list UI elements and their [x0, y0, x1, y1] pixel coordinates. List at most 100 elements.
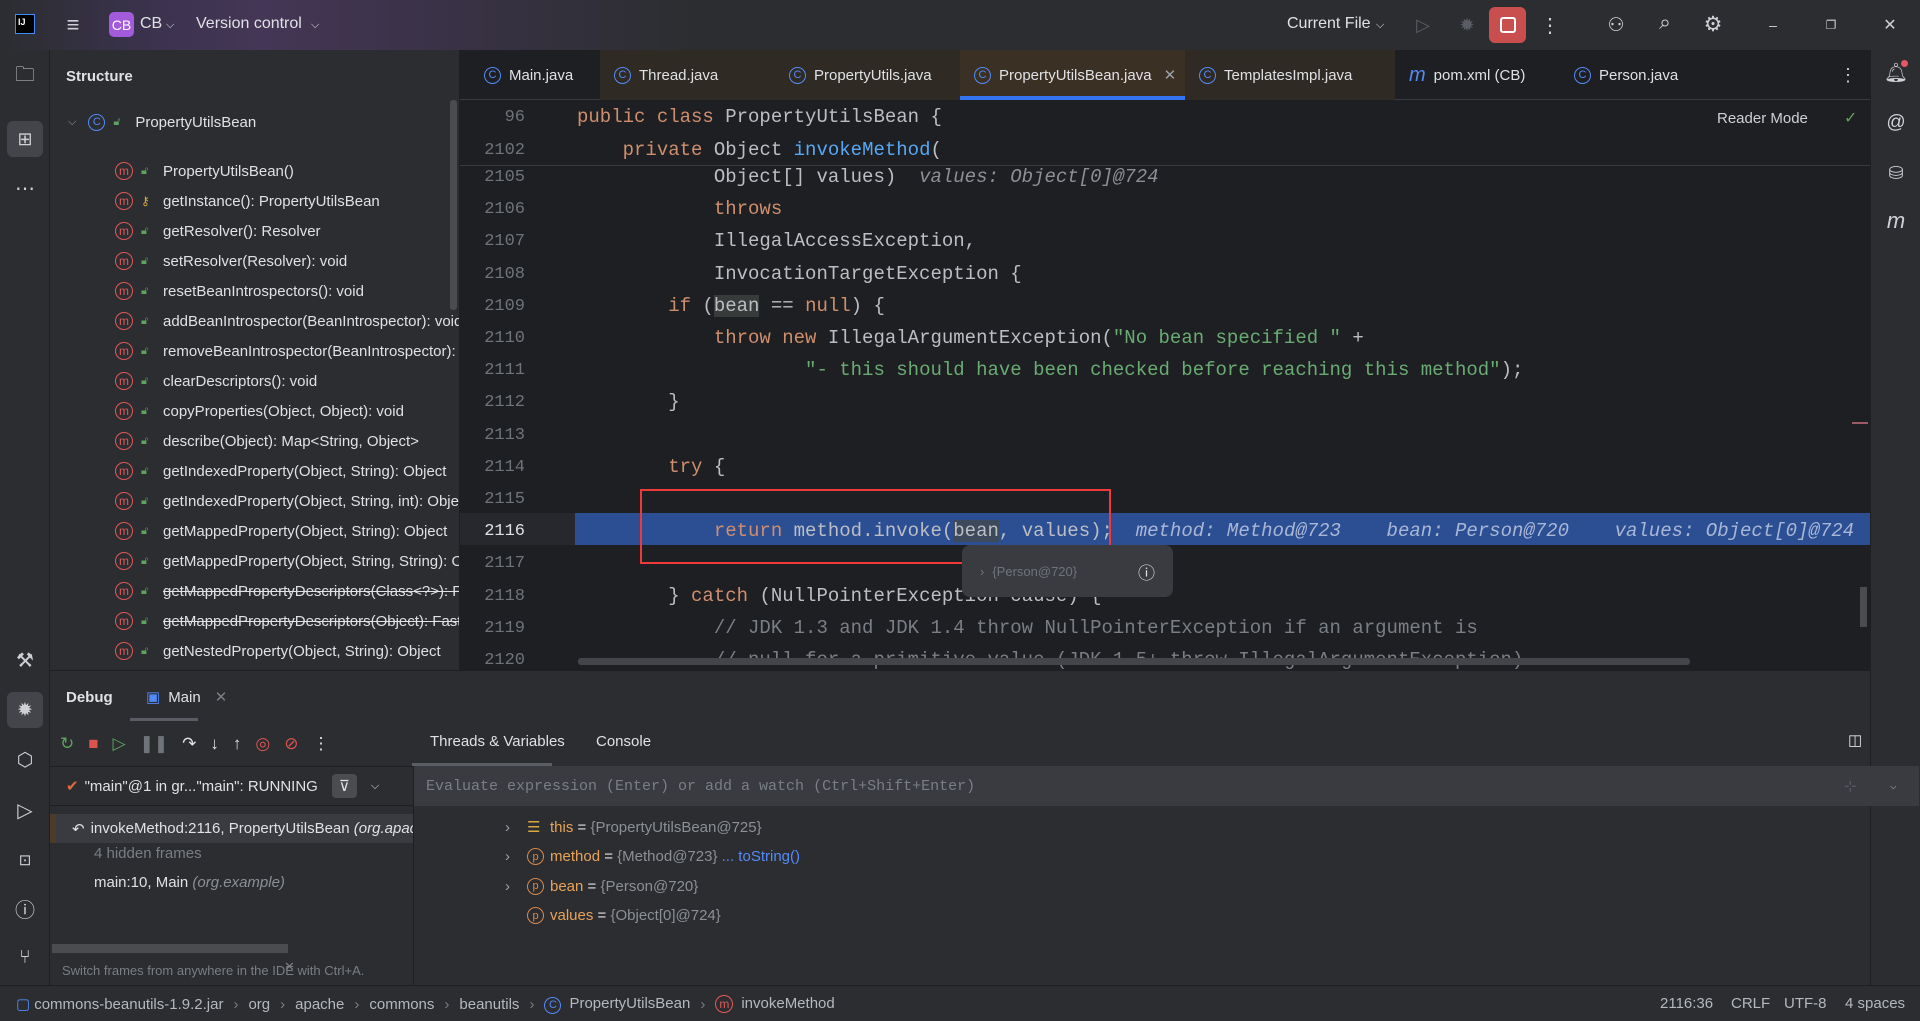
step-out-icon[interactable]: ↑	[233, 734, 242, 754]
step-into-icon[interactable]: ↓	[210, 734, 219, 754]
structure-item[interactable]: m 🔓︎ resetBeanIntrospectors(): void	[115, 277, 364, 305]
threads-variables-tab[interactable]: Threads & Variables	[430, 733, 565, 750]
info-icon[interactable]: ⓘ	[1138, 559, 1155, 584]
add-watch-icon[interactable]: ⊹	[1844, 777, 1857, 796]
database-icon[interactable]: ⛁	[1883, 160, 1909, 186]
vertical-scrollbar[interactable]	[1860, 587, 1867, 627]
console-tab[interactable]: Console	[596, 733, 651, 750]
reader-mode-button[interactable]: Reader Mode	[1717, 110, 1808, 127]
layout-icon[interactable]: ◫	[1848, 731, 1862, 749]
chevron-right-icon[interactable]: ›	[980, 564, 984, 579]
rerun-icon[interactable]: ↻	[60, 734, 74, 754]
tab-thread-java[interactable]: C Thread.java	[600, 50, 775, 100]
run-icon[interactable]: ▷	[1410, 12, 1436, 38]
breadcrumb-item[interactable]: beanutils	[459, 996, 519, 1013]
project-badge[interactable]: CB	[109, 12, 134, 37]
git-icon[interactable]: ⑂	[10, 943, 40, 973]
structure-item[interactable]: m 🔓︎ getIndexedProperty(Object, String): O…	[115, 457, 446, 485]
restore-icon[interactable]: ❐	[1818, 12, 1844, 38]
structure-scrollbar[interactable]	[450, 100, 457, 310]
ai-assistant-icon[interactable]: @	[1883, 110, 1909, 136]
view-breakpoints-icon[interactable]: ◎	[255, 734, 270, 754]
more-tools-icon[interactable]: ⋯	[10, 175, 40, 201]
breadcrumb-item[interactable]: ▢ commons-beanutils-1.9.2.jar	[16, 995, 223, 1013]
breadcrumb-item[interactable]: apache	[295, 996, 344, 1013]
structure-item[interactable]: m 🔓︎ getMappedProperty(Object, String): Ob…	[115, 517, 447, 545]
structure-icon[interactable]: ⊞	[7, 121, 43, 157]
debug-session-tab[interactable]: ▣ Main ✕	[146, 685, 227, 709]
structure-item[interactable]: m 🔓︎ getMappedProperty(Object, String, Str…	[115, 547, 459, 575]
breadcrumb-item[interactable]: commons	[369, 996, 434, 1013]
more-icon[interactable]: ⋮	[1540, 12, 1560, 38]
project-folder-icon[interactable]: 🗀	[10, 62, 40, 92]
caret-position[interactable]: 2116:36	[1660, 995, 1713, 1012]
frame-row[interactable]: main:10, Main (org.example)	[94, 874, 285, 891]
file-encoding[interactable]: UTF-8	[1784, 995, 1827, 1012]
main-menu-icon[interactable]: ≡	[60, 12, 86, 38]
chevron-down-icon[interactable]: ⌵	[68, 116, 76, 129]
stop-button[interactable]	[1489, 7, 1526, 43]
resume-icon[interactable]: ▷	[113, 734, 126, 754]
structure-item[interactable]: m 🔓︎ getMappedPropertyDescriptors(Object):…	[115, 607, 459, 635]
chevron-down-icon[interactable]: ⌵	[1376, 19, 1384, 32]
breadcrumb-item[interactable]: C PropertyUtilsBean	[544, 995, 690, 1014]
tabs-more-icon[interactable]: ⋮	[1838, 62, 1858, 88]
structure-item[interactable]: m 🔓︎ getResolver(): Resolver	[115, 217, 321, 245]
variable-row[interactable]: › ☰ this = {PropertyUtilsBean@725}	[505, 813, 762, 841]
maven-icon[interactable]: m	[1883, 208, 1909, 234]
structure-item[interactable]: m 🔓︎ getNestedProperty(Object, String): Ob…	[115, 637, 441, 665]
structure-item[interactable]: m 🔓︎ getMappedPropertyDescriptors(Class<?>…	[115, 577, 459, 605]
chevron-down-icon[interactable]: ⌵	[1890, 779, 1897, 793]
frames-scrollbar[interactable]	[52, 944, 288, 953]
stop-icon[interactable]: ■	[88, 734, 98, 754]
tab-propertyutilsbean-java[interactable]: C PropertyUtilsBean.java ✕	[960, 50, 1185, 100]
hidden-frames-row[interactable]: 4 hidden frames	[94, 845, 202, 862]
terminal-icon[interactable]: ⊡	[10, 845, 40, 875]
breadcrumb-item[interactable]: m invokeMethod	[715, 995, 835, 1014]
tab-pom-xml-cb-[interactable]: m pom.xml (CB)	[1395, 50, 1560, 100]
step-over-icon[interactable]: ↷	[182, 734, 196, 754]
structure-root[interactable]: ⌵ C 🔓︎ PropertyUtilsBean	[68, 108, 256, 136]
structure-item[interactable]: m 🔓︎ removeBeanIntrospector(BeanIntrospect…	[115, 337, 459, 365]
line-ending[interactable]: CRLF	[1731, 995, 1770, 1012]
tab-templatesimpl-java[interactable]: C TemplatesImpl.java	[1185, 50, 1395, 100]
tab-main-java[interactable]: C Main.java	[470, 50, 600, 100]
variable-row[interactable]: › p method = {Method@723} ... toString()	[505, 843, 800, 871]
tab-person-java[interactable]: C Person.java	[1560, 50, 1730, 100]
chevron-right-icon[interactable]: ›	[505, 848, 527, 865]
problems-icon[interactable]: ⓘ	[10, 893, 40, 923]
search-icon[interactable]: ⌕	[1652, 10, 1678, 36]
evaluate-expression-input[interactable]: Evaluate expression (Enter) or add a wat…	[414, 766, 1919, 806]
variable-row[interactable]: p values = {Object[0]@724}	[505, 902, 721, 930]
structure-item[interactable]: m 🔓︎ describe(Object): Map<String, Object>	[115, 427, 419, 455]
more-icon[interactable]: ⋮	[312, 734, 329, 754]
gear-icon[interactable]: ⚙	[1700, 11, 1726, 37]
structure-item[interactable]: m ⚷ getInstance(): PropertyUtilsBean	[115, 187, 380, 215]
vcs-menu[interactable]: Version control	[196, 15, 302, 33]
build-hammer-icon[interactable]: ⚒	[10, 645, 40, 675]
structure-item[interactable]: m 🔓︎ setResolver(Resolver): void	[115, 247, 347, 275]
code-editor[interactable]: 96 public class PropertyUtilsBean { 2102…	[460, 100, 1870, 670]
chevron-right-icon[interactable]: ›	[505, 819, 527, 836]
pause-icon[interactable]: ❚❚	[140, 734, 169, 754]
inspections-ok-icon[interactable]: ✓	[1844, 108, 1857, 128]
structure-item[interactable]: m 🔓︎ PropertyUtilsBean()	[115, 157, 294, 185]
chevron-right-icon[interactable]: ›	[505, 878, 527, 895]
indent-setting[interactable]: 4 spaces	[1845, 995, 1905, 1012]
breadcrumb-item[interactable]: org	[248, 996, 270, 1013]
chevron-down-icon[interactable]: ⌵	[166, 19, 174, 32]
frame-row[interactable]: ↶ invokeMethod:2116, PropertyUtilsBean (…	[50, 814, 413, 843]
services-icon[interactable]: ⬡	[10, 745, 40, 775]
close-tab-icon[interactable]: ✕	[1164, 66, 1177, 84]
structure-item[interactable]: m 🔓︎ clearDescriptors(): void	[115, 367, 317, 395]
project-name[interactable]: CB	[140, 15, 162, 33]
to-string-link[interactable]: ... toString()	[722, 848, 800, 865]
close-tab-icon[interactable]: ✕	[215, 688, 228, 706]
run-config-selector[interactable]: Current File	[1287, 15, 1371, 33]
filter-icon[interactable]: ⊽	[331, 774, 357, 798]
chevron-down-icon[interactable]: ⌵	[311, 19, 319, 32]
run-tool-icon[interactable]: ▷	[10, 795, 40, 825]
add-user-icon[interactable]: ⚇	[1603, 12, 1629, 38]
tab-propertyutils-java[interactable]: C PropertyUtils.java	[775, 50, 960, 100]
close-hint-icon[interactable]: ✕	[284, 959, 295, 975]
